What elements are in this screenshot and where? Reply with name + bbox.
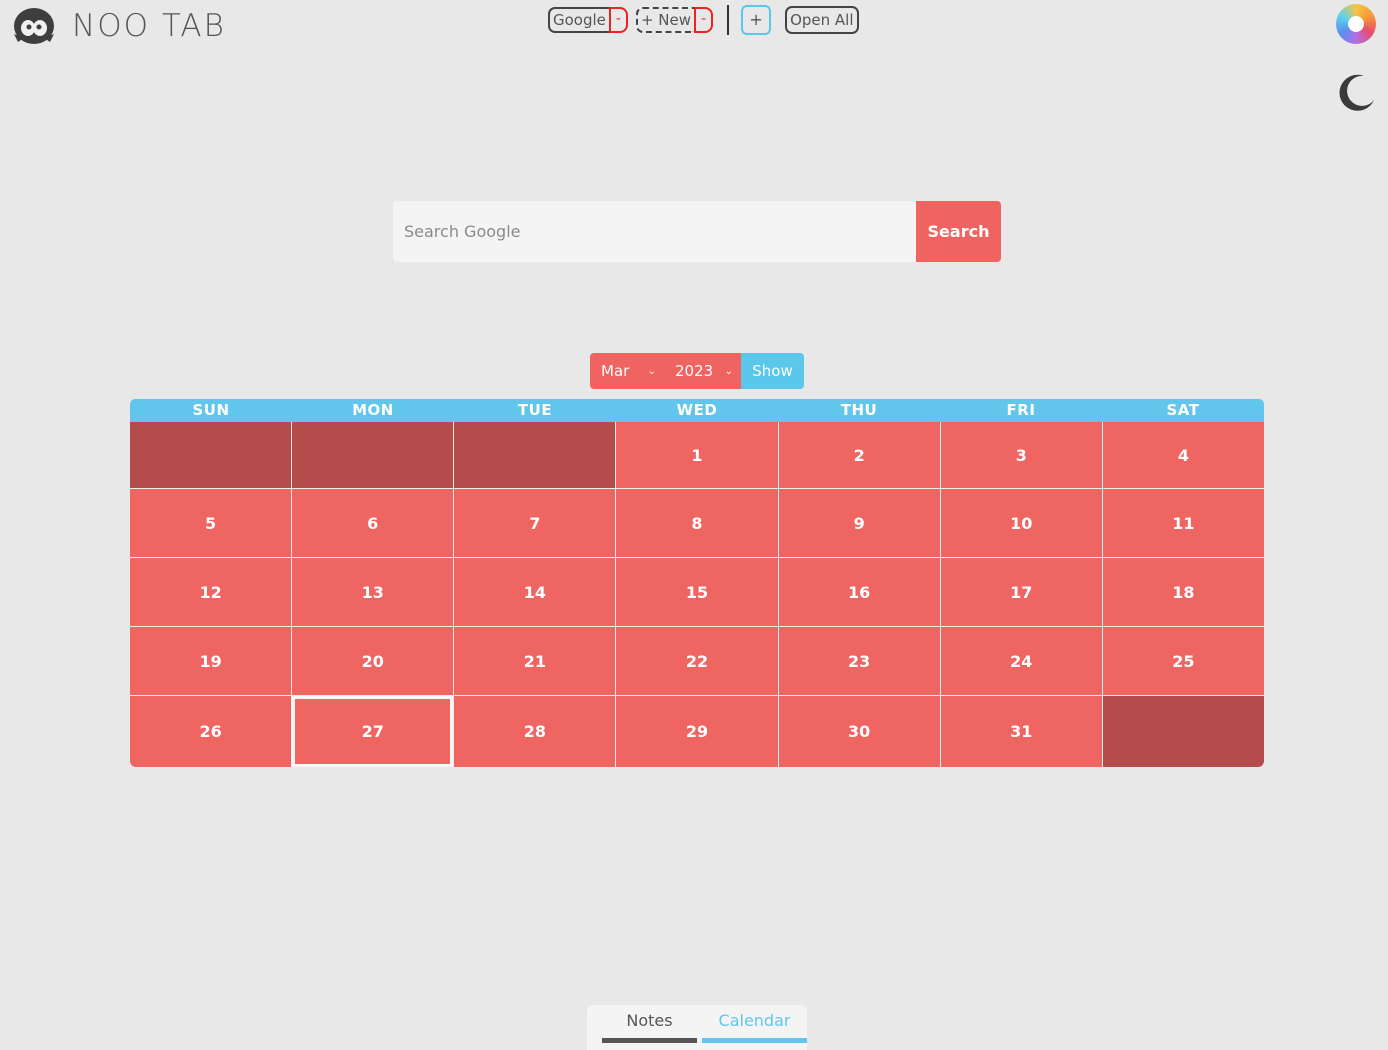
month-year-picker: Mar ⌄ 2023 ⌄ Show [590,353,804,389]
weekday-tue: TUE [517,401,553,419]
search-input[interactable] [393,201,916,262]
month-select[interactable]: Mar ⌄ [590,353,664,389]
add-bookmark-button[interactable]: + [741,5,772,35]
calendar-day[interactable]: 8 [616,489,778,557]
calendar-day[interactable]: 28 [454,696,616,767]
month-select-value: Mar [601,362,630,380]
calendar-day[interactable]: 31 [940,696,1102,767]
calendar-day[interactable]: 15 [616,558,778,626]
bookmark-new-link[interactable]: + New [635,7,695,33]
calendar-empty-cell [454,422,616,488]
year-select-value: 2023 [675,362,714,380]
calendar-day[interactable]: 20 [292,627,454,695]
calendar-day[interactable]: 22 [616,627,778,695]
calendar-empty-cell [130,422,292,488]
calendar-day[interactable]: 6 [292,489,454,557]
weekday-mon: MON [352,401,394,419]
calendar-day[interactable]: 24 [940,627,1102,695]
weekday-thu: THU [840,401,878,419]
calendar-day[interactable]: 9 [778,489,940,557]
calendar-day[interactable]: 18 [1102,558,1264,626]
calendar-day[interactable]: 1 [616,422,778,488]
toolbar-divider [727,5,730,35]
color-wheel-icon[interactable] [1336,4,1376,44]
app-logo: NOO TAB [12,4,226,48]
calendar-day[interactable]: 5 [130,489,292,557]
tab-calendar-label: Calendar [718,1011,791,1030]
calendar-day[interactable]: 7 [454,489,616,557]
calendar-day[interactable]: 13 [292,558,454,626]
calendar-day[interactable]: 3 [940,422,1102,488]
calendar-day[interactable]: 4 [1102,422,1264,488]
tab-notes-indicator [602,1038,697,1043]
weekday-sat: SAT [1166,401,1200,419]
chevron-down-icon: ⌄ [647,365,656,377]
bookmark-new-delete-button[interactable]: - [694,7,714,33]
penguin-icon [14,8,54,44]
calendar-day[interactable]: 29 [616,696,778,767]
bottom-tabs: Notes Calendar [587,1005,807,1050]
tab-notes-label: Notes [626,1011,673,1030]
calendar-day[interactable]: 14 [454,558,616,626]
calendar-day[interactable]: 2 [778,422,940,488]
year-select[interactable]: 2023 ⌄ [664,353,741,389]
calendar-weekday-header: SUN MON TUE WED THU FRI SAT [130,399,1264,422]
calendar-day[interactable]: 26 [130,696,292,767]
tab-calendar-indicator [702,1038,807,1043]
weekday-fri: FRI [1006,401,1036,419]
tab-calendar[interactable]: Calendar [702,1005,807,1050]
tab-notes[interactable]: Notes [602,1005,697,1050]
calendar-day[interactable]: 23 [778,627,940,695]
calendar-day[interactable]: 12 [130,558,292,626]
calendar-day-today[interactable]: 27 [292,696,454,767]
calendar-day[interactable]: 21 [454,627,616,695]
calendar-day[interactable]: 10 [940,489,1102,557]
chevron-down-icon: ⌄ [724,365,733,377]
calendar-day[interactable]: 19 [130,627,292,695]
calendar-day[interactable]: 16 [778,558,940,626]
bookmark-new: + New - [635,7,714,33]
calendar-day[interactable]: 30 [778,696,940,767]
moon-icon[interactable] [1334,70,1378,114]
calendar-grid: 1 2 3 4 5 6 7 8 9 10 11 12 13 14 15 16 17 18 19 20 21 22 23 24 2… [130,422,1264,767]
calendar: SUN MON TUE WED THU FRI SAT 1 2 3 4 5 6 7 8 9 10 1… [130,399,1264,767]
weekday-sun: SUN [192,401,230,419]
app-title: NOO TAB [72,8,226,44]
search-button[interactable]: Search [916,201,1001,262]
bookmarks-bar: Google - + New - + Open All [548,5,859,35]
bookmark-google-link[interactable]: Google [548,7,609,33]
calendar-empty-cell [292,422,454,488]
search-bar: Search [393,201,1001,262]
calendar-day[interactable]: 11 [1102,489,1264,557]
show-button[interactable]: Show [741,353,804,389]
calendar-day[interactable]: 17 [940,558,1102,626]
open-all-button[interactable]: Open All [785,6,859,34]
calendar-empty-cell [1102,696,1264,767]
bookmark-google: Google - [548,7,628,33]
calendar-day[interactable]: 25 [1102,627,1264,695]
bookmark-google-delete-button[interactable]: - [608,7,628,33]
weekday-wed: WED [676,401,718,419]
